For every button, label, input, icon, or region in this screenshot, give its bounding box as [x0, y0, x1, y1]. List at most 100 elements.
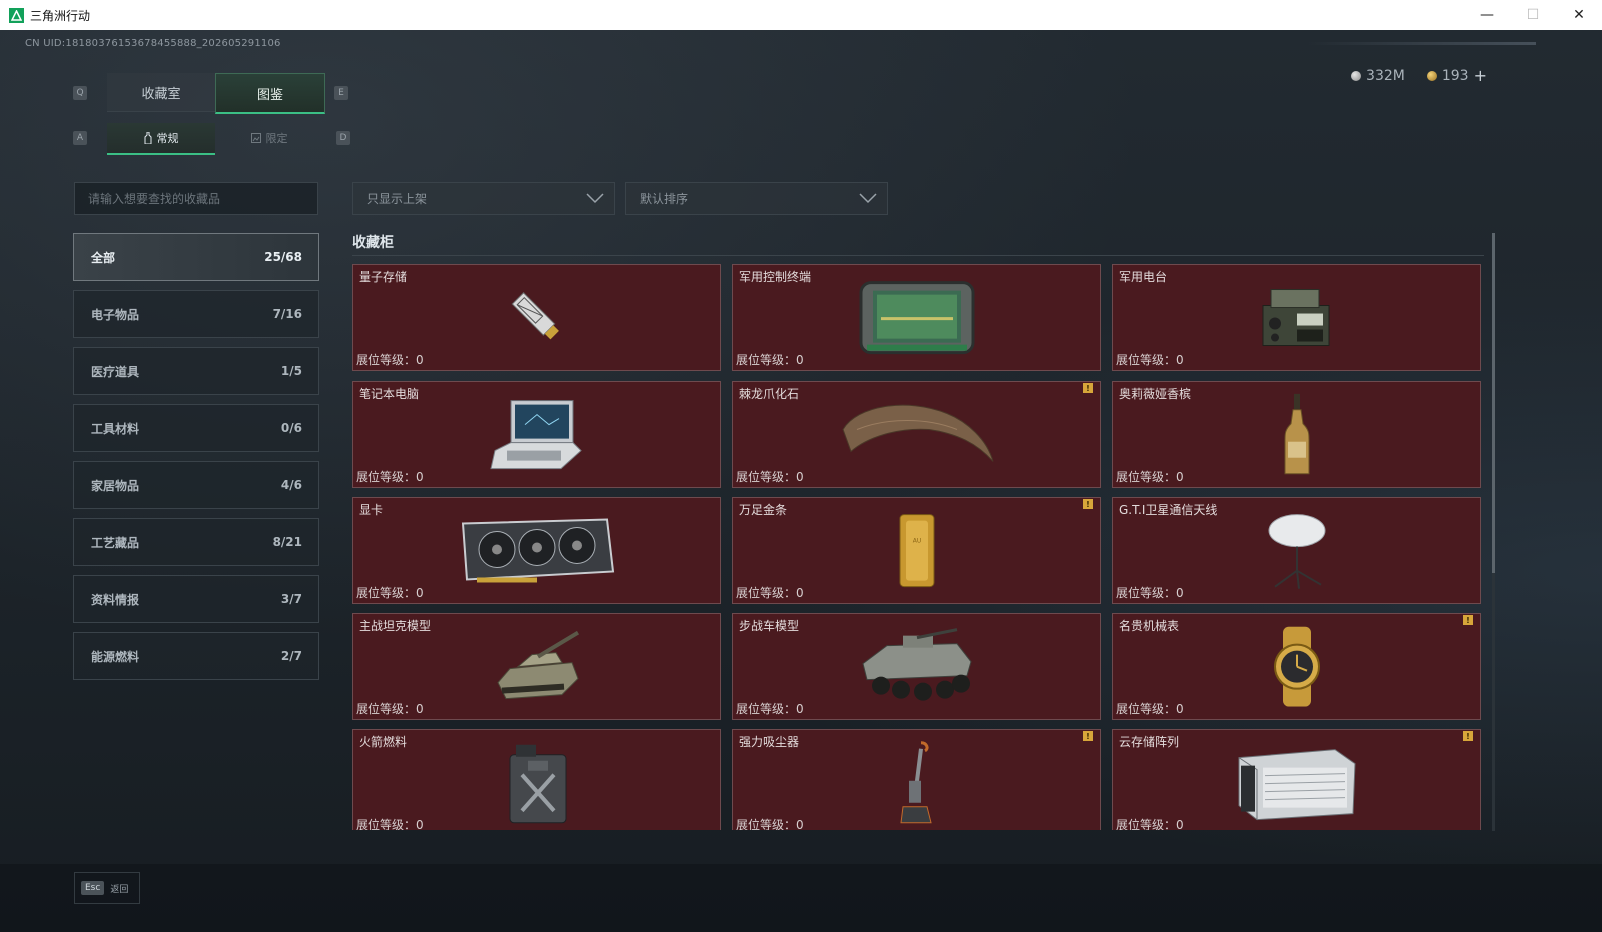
collection-item-card[interactable]: 显卡 展位等级：0: [352, 497, 721, 604]
collection-item-card[interactable]: 量子存储展位等级：0: [352, 264, 721, 371]
collection-item-card[interactable]: 奥莉薇娅香槟 展位等级：0: [1112, 381, 1481, 488]
collection-item-card[interactable]: 云存储阵列展位等级：0!: [1112, 729, 1481, 830]
tab-limited[interactable]: 限定: [215, 123, 323, 153]
item-name: 棘龙爪化石: [739, 387, 800, 401]
maximize-button[interactable]: ☐: [1510, 0, 1556, 30]
collection-item-card[interactable]: 军用电台 展位等级：0: [1112, 264, 1481, 371]
category-item[interactable]: 工艺藏品 8/21: [73, 518, 319, 566]
item-display-level: 展位等级：0: [356, 702, 424, 716]
item-display-level: 展位等级：0: [356, 818, 424, 830]
item-display-level: 展位等级：0: [1116, 586, 1184, 600]
item-display-level: 展位等级：0: [736, 818, 804, 830]
gold-coin-icon: [1426, 70, 1437, 81]
game-area: CN UID:18180376153678455888_202605291106…: [0, 30, 1602, 932]
category-item[interactable]: 家居物品 4/6: [73, 461, 319, 509]
collection-item-card[interactable]: 主战坦克模型 展位等级：0: [352, 613, 721, 720]
collection-item-card[interactable]: 万足金条 AU 展位等级：0!: [732, 497, 1101, 604]
category-item[interactable]: 能源燃料 2/7: [73, 632, 319, 680]
main-tabs: 收藏室 图鉴: [107, 73, 325, 114]
item-display-level: 展位等级：0: [356, 353, 424, 367]
sort-dropdown[interactable]: 默认排序: [625, 182, 888, 215]
collection-item-card[interactable]: 步战车模型 展位等级：0: [732, 613, 1101, 720]
category-item[interactable]: 全部 25/68: [73, 233, 319, 281]
tank-icon: [492, 628, 582, 708]
category-item[interactable]: 工具材料 0/6: [73, 404, 319, 452]
gold-currency: 193 +: [1426, 66, 1487, 85]
collection-item-card[interactable]: 火箭燃料 展位等级：0: [352, 729, 721, 830]
category-name: 电子物品: [91, 307, 140, 322]
collection-item-card[interactable]: 笔记本电脑 展位等级：0: [352, 381, 721, 488]
collection-item-card[interactable]: 名贵机械表 展位等级：0!: [1112, 613, 1481, 720]
category-item[interactable]: 资料情报 3/7: [73, 575, 319, 623]
chevron-down-icon: [859, 193, 877, 204]
item-display-level: 展位等级：0: [1116, 818, 1184, 830]
close-button[interactable]: ✕: [1556, 0, 1602, 30]
item-name: 奥莉薇娅香槟: [1119, 387, 1192, 401]
item-name: 强力吸尘器: [739, 735, 800, 749]
category-count: 0/6: [280, 421, 302, 435]
category-item[interactable]: 医疗道具 1/5: [73, 347, 319, 395]
app-logo-icon: [9, 7, 24, 23]
shelf-filter-label: 只显示上架: [367, 192, 428, 206]
bottom-bar: [0, 864, 1602, 932]
ssd-icon: [502, 282, 572, 356]
item-name: 步战车模型: [739, 619, 800, 633]
champagne-icon: [1282, 393, 1312, 479]
collection-item-card[interactable]: 军用控制终端 展位等级：0: [732, 264, 1101, 371]
player-uid: CN UID:18180376153678455888_202605291106: [25, 38, 281, 49]
scrollbar-thumb[interactable]: [1492, 233, 1495, 573]
warning-badge-icon: !: [1083, 499, 1093, 509]
gold-amount: 193: [1441, 67, 1469, 84]
warning-badge-icon: !: [1083, 383, 1093, 393]
item-display-level: 展位等级：0: [1116, 470, 1184, 484]
radio-icon: [1257, 281, 1337, 357]
tablet-terminal-icon: [857, 278, 977, 360]
sort-label: 默认排序: [640, 192, 689, 206]
add-currency-button[interactable]: +: [1474, 66, 1487, 85]
silver-currency: 332M: [1351, 66, 1405, 85]
shelf-filter-dropdown[interactable]: 只显示上架: [352, 182, 615, 215]
item-name: 万足金条: [739, 503, 788, 517]
warning-badge-icon: !: [1083, 731, 1093, 741]
tab-collection-room[interactable]: 收藏室: [107, 73, 215, 112]
search-input[interactable]: 请输入想要查找的收藏品: [74, 182, 318, 215]
collection-item-card[interactable]: 强力吸尘器展位等级：0!: [732, 729, 1101, 830]
key-hint-q: Q: [73, 86, 87, 100]
vacuum-icon: [897, 740, 937, 828]
category-name: 工具材料: [91, 421, 140, 436]
collection-item-card[interactable]: G.T.I卫星通信天线 展位等级：0: [1112, 497, 1481, 604]
category-name: 医疗道具: [91, 364, 140, 379]
collection-item-card[interactable]: 棘龙爪化石展位等级：0!: [732, 381, 1101, 488]
gold-bar-icon: AU: [898, 512, 936, 592]
category-item[interactable]: 电子物品 7/16: [73, 290, 319, 338]
item-name: 军用电台: [1119, 270, 1168, 284]
item-name: 量子存储: [359, 270, 408, 284]
warning-badge-icon: !: [1463, 731, 1473, 741]
item-name: 军用控制终端: [739, 270, 812, 284]
window-titlebar: 三角洲行动 — ☐ ✕: [0, 0, 1602, 31]
ifv-icon: [857, 627, 977, 709]
back-button[interactable]: Esc 返回: [74, 872, 140, 904]
tab-catalog[interactable]: 图鉴: [215, 73, 325, 114]
bottle-icon: [144, 132, 151, 144]
item-display-level: 展位等级：0: [736, 470, 804, 484]
window-title: 三角洲行动: [30, 8, 91, 23]
minimize-button[interactable]: —: [1464, 0, 1510, 30]
item-name: 云存储阵列: [1119, 735, 1180, 749]
warning-badge-icon: !: [1463, 615, 1473, 625]
image-frame-icon: [250, 133, 261, 143]
tab-regular[interactable]: 常规: [107, 123, 215, 155]
item-display-level: 展位等级：0: [736, 353, 804, 367]
category-name: 全部: [91, 250, 116, 265]
category-count: 25/68: [264, 250, 302, 264]
svg-text:AU: AU: [912, 537, 921, 544]
item-display-level: 展位等级：0: [736, 586, 804, 600]
item-name: 名贵机械表: [1119, 619, 1180, 633]
watch-icon: [1267, 626, 1327, 710]
header-decoration: [1306, 42, 1536, 45]
storage-array-icon: [1235, 743, 1359, 825]
silver-coin-icon: [1351, 70, 1362, 81]
category-name: 家居物品: [91, 478, 140, 493]
sub-tabs: 常规 限定: [107, 123, 323, 155]
item-name: 主战坦克模型: [359, 619, 432, 633]
